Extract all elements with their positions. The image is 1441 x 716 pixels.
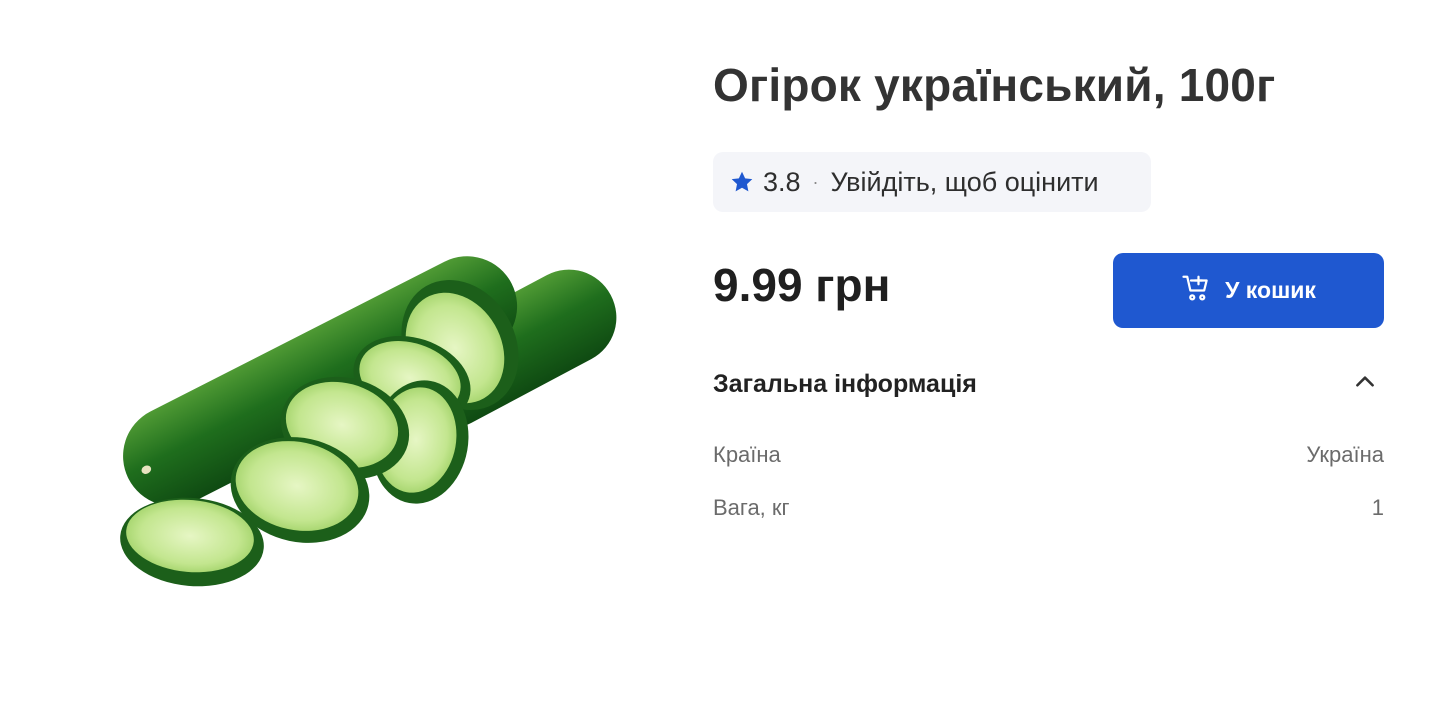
chevron-up-icon	[1352, 369, 1384, 400]
spec-label: Країна	[713, 442, 781, 467]
rating-block: 3.8 · Увійдіть, щоб оцінити	[713, 152, 1151, 212]
rating-value: 3.8	[763, 166, 801, 197]
add-to-cart-button[interactable]: У кошик	[1113, 253, 1384, 328]
spec-row-country: Країна Україна	[713, 442, 1384, 468]
add-to-cart-label: У кошик	[1225, 277, 1316, 303]
spec-label: Вага, кг	[713, 495, 790, 520]
star-icon	[729, 169, 755, 195]
rating-separator: ·	[812, 171, 819, 192]
spec-value: Україна	[1306, 442, 1384, 467]
spec-row-weight: Вага, кг 1	[713, 495, 1384, 521]
product-title: Огірок український, 100г	[713, 59, 1276, 111]
general-info-title: Загальна інформація	[713, 369, 977, 398]
cucumber-image	[120, 256, 617, 587]
cart-add-icon	[1181, 273, 1211, 309]
product-image	[90, 220, 630, 600]
login-to-rate-link[interactable]: Увійдіть, щоб оцінити	[831, 167, 1099, 198]
spec-value: 1	[1371, 495, 1384, 520]
product-price: 9.99 грн	[713, 259, 891, 311]
general-info-toggle[interactable]: Загальна інформація	[713, 358, 1384, 410]
